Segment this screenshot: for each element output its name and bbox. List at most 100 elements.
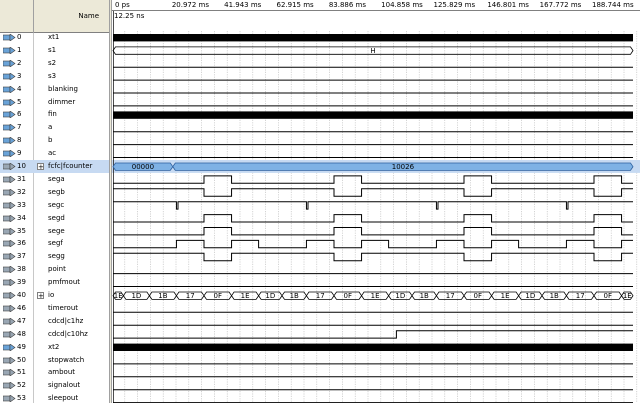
waveform-high-fill xyxy=(113,34,633,42)
signal-row-32[interactable]: 32 segb xyxy=(0,186,109,199)
signal-index: 35 xyxy=(2,225,32,238)
signal-row-10[interactable]: 10 + fcfc|fcounter xyxy=(0,160,109,173)
waveform-xt2[interactable] xyxy=(113,343,633,351)
waveform-segc[interactable] xyxy=(113,201,633,210)
time-ruler[interactable]: 0 ps 20.972 ms 41.943 ms 62.915 ms 83.886 ms… xyxy=(112,0,640,11)
signal-row-4[interactable]: 4 blanking xyxy=(0,83,109,96)
output-pin-icon xyxy=(3,227,16,235)
signal-index-number: 53 xyxy=(17,394,26,403)
signal-row-48[interactable]: 48 cdcd|c10hz xyxy=(0,328,109,341)
signal-row-0[interactable]: 0 xt1 xyxy=(0,31,109,44)
signal-row-36[interactable]: 36 segf xyxy=(0,237,109,250)
signal-row-33[interactable]: 33 segc xyxy=(0,199,109,212)
signal-index-number: 9 xyxy=(17,149,22,158)
signal-list-header: Name xyxy=(0,0,109,33)
signal-row-51[interactable]: 51 ambout xyxy=(0,366,109,379)
signal-name: fin xyxy=(48,110,57,119)
waveform-fcfc|fcounter[interactable]: 00000 10026 xyxy=(112,162,634,171)
waveform-sega[interactable] xyxy=(113,175,633,184)
output-pin-icon xyxy=(3,356,16,364)
output-pin-icon xyxy=(3,266,16,274)
signal-name: sleepout xyxy=(48,394,79,403)
signal-row-37[interactable]: 37 segg xyxy=(0,250,109,263)
signal-row-7[interactable]: 7a xyxy=(0,121,109,134)
signal-name: io xyxy=(48,291,55,299)
waveform-io[interactable]: 1E 1D 1B 17 0F 1E 1D 1B 17 0F 1E 1D 1B 17 0F 1E 1D 1B 17 0F… xyxy=(112,291,634,300)
signal-name: b xyxy=(48,136,53,145)
signal-row-46[interactable]: 46 timerout xyxy=(0,302,109,315)
waveform-trace xyxy=(113,214,633,223)
input-pin-icon xyxy=(3,59,16,67)
signal-row-53[interactable]: 53 sleepout xyxy=(0,392,109,405)
bus-value-label: 1B xyxy=(550,292,559,300)
signal-index-number: 40 xyxy=(17,291,26,299)
waveform-xt1[interactable] xyxy=(113,34,633,42)
signal-row-52[interactable]: 52 signalout xyxy=(0,379,109,392)
signal-row-3[interactable]: 3 s3 xyxy=(0,70,109,83)
signal-row-49[interactable]: 49 xt2 xyxy=(0,341,109,354)
signal-index-number: 1 xyxy=(17,45,22,54)
output-pin-icon xyxy=(3,175,16,183)
bus-value-label: 0F xyxy=(344,292,352,300)
waveform-segd[interactable] xyxy=(113,214,633,223)
signal-row-39[interactable]: 39 pmfmout xyxy=(0,276,109,289)
time-label: 146.801 ms xyxy=(487,1,529,9)
signal-name: signalout xyxy=(48,381,81,390)
signal-name: cdcd|c1hz xyxy=(48,316,84,325)
output-pin-icon xyxy=(3,317,16,325)
waveform-trace xyxy=(113,201,633,210)
waveform-s1[interactable]: H xyxy=(112,46,634,55)
signal-name: a xyxy=(48,123,53,132)
signal-index: 47 xyxy=(2,315,32,328)
signal-row-34[interactable]: 34 segd xyxy=(0,212,109,225)
signal-row-40[interactable]: 40 + io xyxy=(0,289,109,302)
signal-index: 10 xyxy=(2,160,32,173)
signal-index-number: 6 xyxy=(17,110,22,119)
input-pin-icon xyxy=(3,137,16,145)
signal-index: 3 xyxy=(2,70,32,83)
waveform-segf[interactable] xyxy=(113,239,633,249)
signal-index-number: 0 xyxy=(17,33,22,41)
time-label: 188.744 ms xyxy=(592,1,634,9)
signal-row-5[interactable]: 5 dimmer xyxy=(0,96,109,109)
waveform-fin[interactable] xyxy=(113,111,633,119)
output-pin-icon xyxy=(3,253,16,261)
signal-index: 7 xyxy=(2,121,32,134)
signal-row-38[interactable]: 38 point xyxy=(0,263,109,276)
signal-index: 31 xyxy=(2,173,32,186)
waveform-sege[interactable] xyxy=(113,227,633,236)
time-label: 62.915 ms xyxy=(276,1,314,9)
expand-bus-button[interactable]: + xyxy=(37,292,44,300)
signal-index: 5 xyxy=(2,96,32,109)
signal-row-31[interactable]: 31 sega xyxy=(0,173,109,186)
signal-row-2[interactable]: 2 s2 xyxy=(0,57,109,70)
waveform-segg[interactable] xyxy=(113,252,633,262)
bus-value-label: 1D xyxy=(525,292,535,300)
signal-name: xt2 xyxy=(48,342,60,351)
signal-name: cdcd|c10hz xyxy=(48,329,88,338)
input-pin-icon xyxy=(3,85,16,93)
signal-name: segc xyxy=(48,200,65,209)
time-label: 167.772 ms xyxy=(539,1,582,9)
signal-row-9[interactable]: 9 ac xyxy=(0,147,109,160)
waveform-cdcd|c10hz[interactable] xyxy=(113,330,633,339)
bus-value-label: 10026 xyxy=(392,163,415,171)
name-column-header[interactable]: Name xyxy=(33,0,109,33)
signal-row-35[interactable]: 35 sege xyxy=(0,225,109,238)
waveform-trace xyxy=(113,239,633,249)
signal-row-6[interactable]: 6 fin xyxy=(0,108,109,121)
bus-value-label: 1E xyxy=(241,292,250,300)
signal-row-1[interactable]: 1 s1 xyxy=(0,44,109,57)
signal-index: 36 xyxy=(2,237,32,250)
signal-row-47[interactable]: 47 cdcd|c1hz xyxy=(0,315,109,328)
signal-name: xt1 xyxy=(48,33,60,41)
waveform-panel: H 00000 10026 1E 1D 1B 17 0F 1E 1D 1B 17 0F 1E 1D 1B 17 0… xyxy=(112,0,640,403)
output-pin-icon xyxy=(3,240,16,248)
signal-row-8[interactable]: 8b xyxy=(0,134,109,147)
waveform-segb[interactable] xyxy=(113,188,633,197)
output-pin-icon xyxy=(3,188,16,196)
waveform-canvas[interactable]: H 00000 10026 1E 1D 1B 17 0F 1E 1D 1B 17 0F 1E 1D 1B 17 0… xyxy=(112,0,640,403)
signal-row-50[interactable]: 50 stopwatch xyxy=(0,354,109,367)
signal-index-number: 51 xyxy=(17,368,26,377)
expand-bus-button[interactable]: + xyxy=(37,163,44,171)
